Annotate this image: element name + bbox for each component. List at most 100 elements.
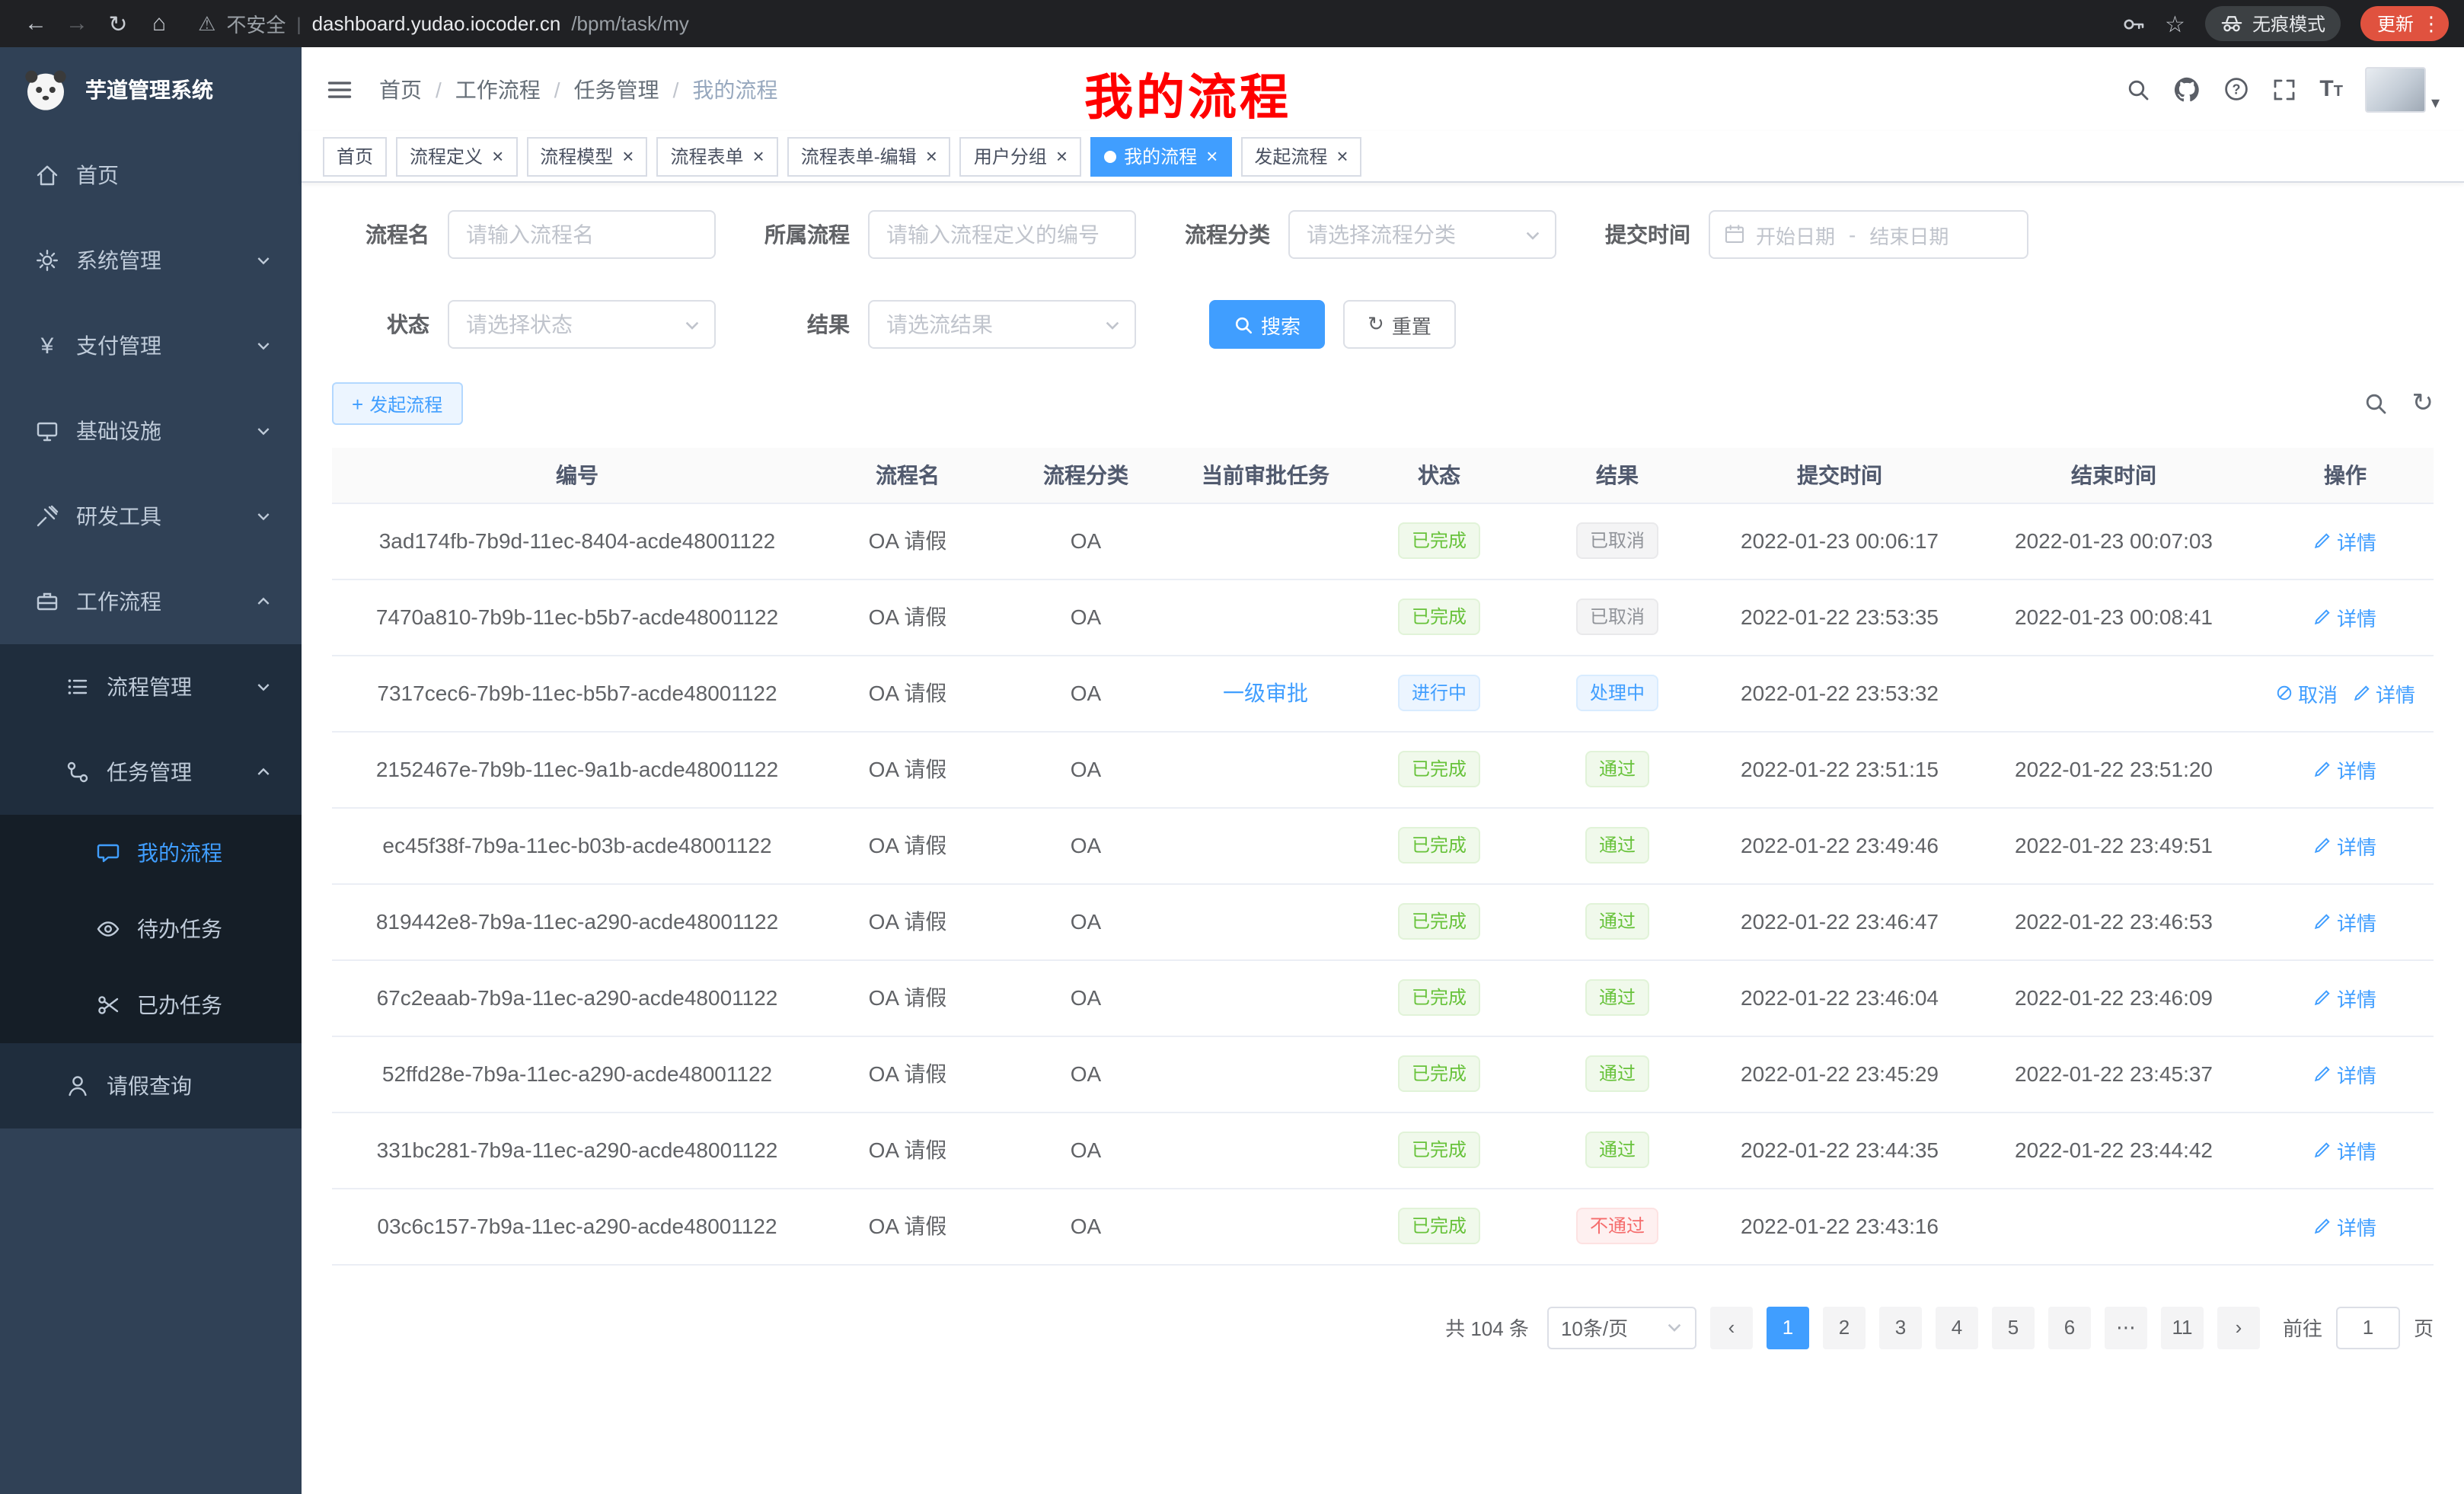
date-range-picker[interactable]: 开始日期 - 结束日期 — [1709, 210, 2028, 259]
font-size-icon[interactable]: TT — [2319, 76, 2343, 102]
refresh-table-icon[interactable]: ↻ — [2412, 388, 2434, 419]
table-row[interactable]: 7470a810-7b9b-11ec-b5b7-acde48001122 OA … — [332, 579, 2434, 655]
close-icon[interactable]: × — [926, 146, 937, 166]
help-icon[interactable]: ? — [2223, 76, 2249, 102]
detail-link[interactable]: 详情 — [2314, 907, 2376, 936]
page-button-3[interactable]: 3 — [1879, 1306, 1922, 1349]
plus-icon: + — [352, 392, 363, 415]
status-select[interactable]: 请选择状态 — [448, 300, 716, 349]
tab-my-process[interactable]: 我的流程× — [1090, 136, 1231, 176]
detail-link[interactable]: 详情 — [2314, 602, 2376, 631]
password-key-icon[interactable] — [2121, 11, 2145, 36]
process-name-input[interactable] — [448, 210, 716, 259]
sidebar-item-task-mgmt[interactable]: 任务管理 — [0, 729, 302, 815]
breadcrumb-item[interactable]: 任务管理 — [574, 74, 659, 104]
breadcrumb-item[interactable]: 首页 — [379, 74, 422, 104]
github-icon[interactable] — [2173, 75, 2201, 103]
cell-status: 已完成 — [1352, 731, 1526, 807]
sidebar-item-done-tasks[interactable]: 已办任务 — [0, 967, 302, 1043]
browser-back-icon[interactable]: ← — [15, 3, 56, 44]
tab-process-model[interactable]: 流程模型× — [526, 136, 647, 176]
page-button-2[interactable]: 2 — [1823, 1306, 1866, 1349]
sidebar-item-home[interactable]: 首页 — [0, 132, 302, 218]
close-icon[interactable]: × — [1056, 146, 1068, 166]
sidebar-item-process-mgmt[interactable]: 流程管理 — [0, 644, 302, 729]
tab-process-definition[interactable]: 流程定义× — [396, 136, 517, 176]
table-row[interactable]: 52ffd28e-7b9a-11ec-a290-acde48001122 OA … — [332, 1036, 2434, 1112]
close-icon[interactable]: × — [622, 146, 634, 166]
search-icon[interactable] — [2126, 77, 2150, 101]
browser-menu-icon[interactable]: ⋮ — [2421, 11, 2441, 36]
tab-process-form[interactable]: 流程表单× — [656, 136, 777, 176]
detail-link[interactable]: 详情 — [2353, 678, 2415, 707]
table-row[interactable]: 03c6c157-7b9a-11ec-a290-acde48001122 OA … — [332, 1188, 2434, 1264]
detail-link[interactable]: 详情 — [2314, 983, 2376, 1012]
table-row[interactable]: ec45f38f-7b9a-11ec-b03b-acde48001122 OA … — [332, 807, 2434, 883]
address-bar[interactable]: ⚠ 不安全 | dashboard.yudao.iocoder.cn/bpm/t… — [198, 9, 2102, 38]
table-row[interactable]: 3ad174fb-7b9d-11ec-8404-acde48001122 OA … — [332, 503, 2434, 579]
current-task-link[interactable]: 一级审批 — [1223, 681, 1308, 705]
table-row[interactable]: 2152467e-7b9b-11ec-9a1b-acde48001122 OA … — [332, 731, 2434, 807]
sidebar-logo[interactable]: 芋道管理系统 — [0, 47, 302, 132]
next-page-button[interactable]: › — [2217, 1306, 2260, 1349]
user-avatar[interactable] — [2366, 66, 2427, 112]
tab-start-process[interactable]: 发起流程× — [1240, 136, 1361, 176]
tab-user-group[interactable]: 用户分组× — [960, 136, 1081, 176]
reset-button[interactable]: ↻ 重置 — [1343, 300, 1456, 349]
hamburger-icon[interactable] — [326, 75, 353, 103]
page-button-5[interactable]: 5 — [1992, 1306, 2035, 1349]
sidebar-item-todo-tasks[interactable]: 待办任务 — [0, 891, 302, 967]
sidebar-item-system[interactable]: 系统管理 — [0, 218, 302, 303]
more-pages-button[interactable]: ⋯ — [2105, 1306, 2147, 1349]
detail-link[interactable]: 详情 — [2314, 1059, 2376, 1088]
browser-home-icon[interactable]: ⌂ — [139, 3, 180, 44]
breadcrumb-item[interactable]: 工作流程 — [455, 74, 541, 104]
close-icon[interactable]: × — [753, 146, 764, 166]
close-icon[interactable]: × — [1336, 146, 1348, 166]
table-row[interactable]: 67c2eaab-7b9a-11ec-a290-acde48001122 OA … — [332, 959, 2434, 1036]
tab-process-form-edit[interactable]: 流程表单-编辑× — [787, 136, 951, 176]
fullscreen-icon[interactable] — [2272, 77, 2296, 101]
start-process-button[interactable]: + 发起流程 — [332, 382, 462, 425]
category-select[interactable]: 请选择流程分类 — [1288, 210, 1556, 259]
sidebar-item-infra[interactable]: 基础设施 — [0, 388, 302, 474]
sidebar-item-my-process[interactable]: 我的流程 — [0, 815, 302, 891]
bookmark-star-icon[interactable]: ☆ — [2165, 10, 2185, 37]
cell-process-name: OA 请假 — [822, 1036, 993, 1112]
detail-link[interactable]: 详情 — [2314, 1211, 2376, 1240]
close-icon[interactable]: × — [492, 146, 503, 166]
page-size-select[interactable]: 10条/页 — [1547, 1306, 1696, 1349]
result-select[interactable]: 请选流结果 — [868, 300, 1136, 349]
page-button-11[interactable]: 11 — [2161, 1306, 2204, 1349]
table-row[interactable]: 7317cec6-7b9b-11ec-b5b7-acde48001122 OA … — [332, 655, 2434, 731]
detail-link[interactable]: 详情 — [2314, 1135, 2376, 1164]
prev-page-button[interactable]: ‹ — [1710, 1306, 1753, 1349]
table-row[interactable]: 331bc281-7b9a-11ec-a290-acde48001122 OA … — [332, 1112, 2434, 1188]
cell-process-id: 331bc281-7b9a-11ec-a290-acde48001122 — [332, 1112, 822, 1188]
user-menu[interactable]: ▾ — [2366, 66, 2440, 112]
page-button-6[interactable]: 6 — [2048, 1306, 2091, 1349]
sidebar-item-payment[interactable]: ¥ 支付管理 — [0, 303, 302, 388]
process-definition-input[interactable] — [868, 210, 1136, 259]
detail-link[interactable]: 详情 — [2314, 831, 2376, 860]
table-header-row: 编号 流程名 流程分类 当前审批任务 状态 结果 提交时间 结束时间 操作 — [332, 448, 2434, 503]
page-button-1[interactable]: 1 — [1767, 1306, 1809, 1349]
security-warning-label[interactable]: 不安全 — [226, 9, 286, 38]
update-button[interactable]: 更新 ⋮ — [2360, 6, 2449, 41]
eye-icon — [96, 917, 120, 941]
detail-link[interactable]: 详情 — [2314, 526, 2376, 555]
sidebar-item-workflow[interactable]: 工作流程 — [0, 559, 302, 644]
page-button-4[interactable]: 4 — [1936, 1306, 1978, 1349]
browser-reload-icon[interactable]: ↻ — [97, 3, 139, 44]
search-button[interactable]: 搜索 — [1209, 300, 1325, 349]
detail-link[interactable]: 详情 — [2314, 755, 2376, 784]
cancel-link[interactable]: 取消 — [2275, 678, 2338, 707]
table-row[interactable]: 819442e8-7b9a-11ec-a290-acde48001122 OA … — [332, 883, 2434, 959]
toggle-search-icon[interactable] — [2363, 391, 2388, 416]
close-icon[interactable]: × — [1206, 146, 1218, 166]
tab-home[interactable]: 首页 — [323, 136, 387, 176]
sidebar-item-devtools[interactable]: 研发工具 — [0, 474, 302, 559]
browser-forward-icon[interactable]: → — [56, 3, 97, 44]
goto-page-input[interactable] — [2336, 1306, 2400, 1349]
sidebar-item-leave-query[interactable]: 请假查询 — [0, 1043, 302, 1128]
